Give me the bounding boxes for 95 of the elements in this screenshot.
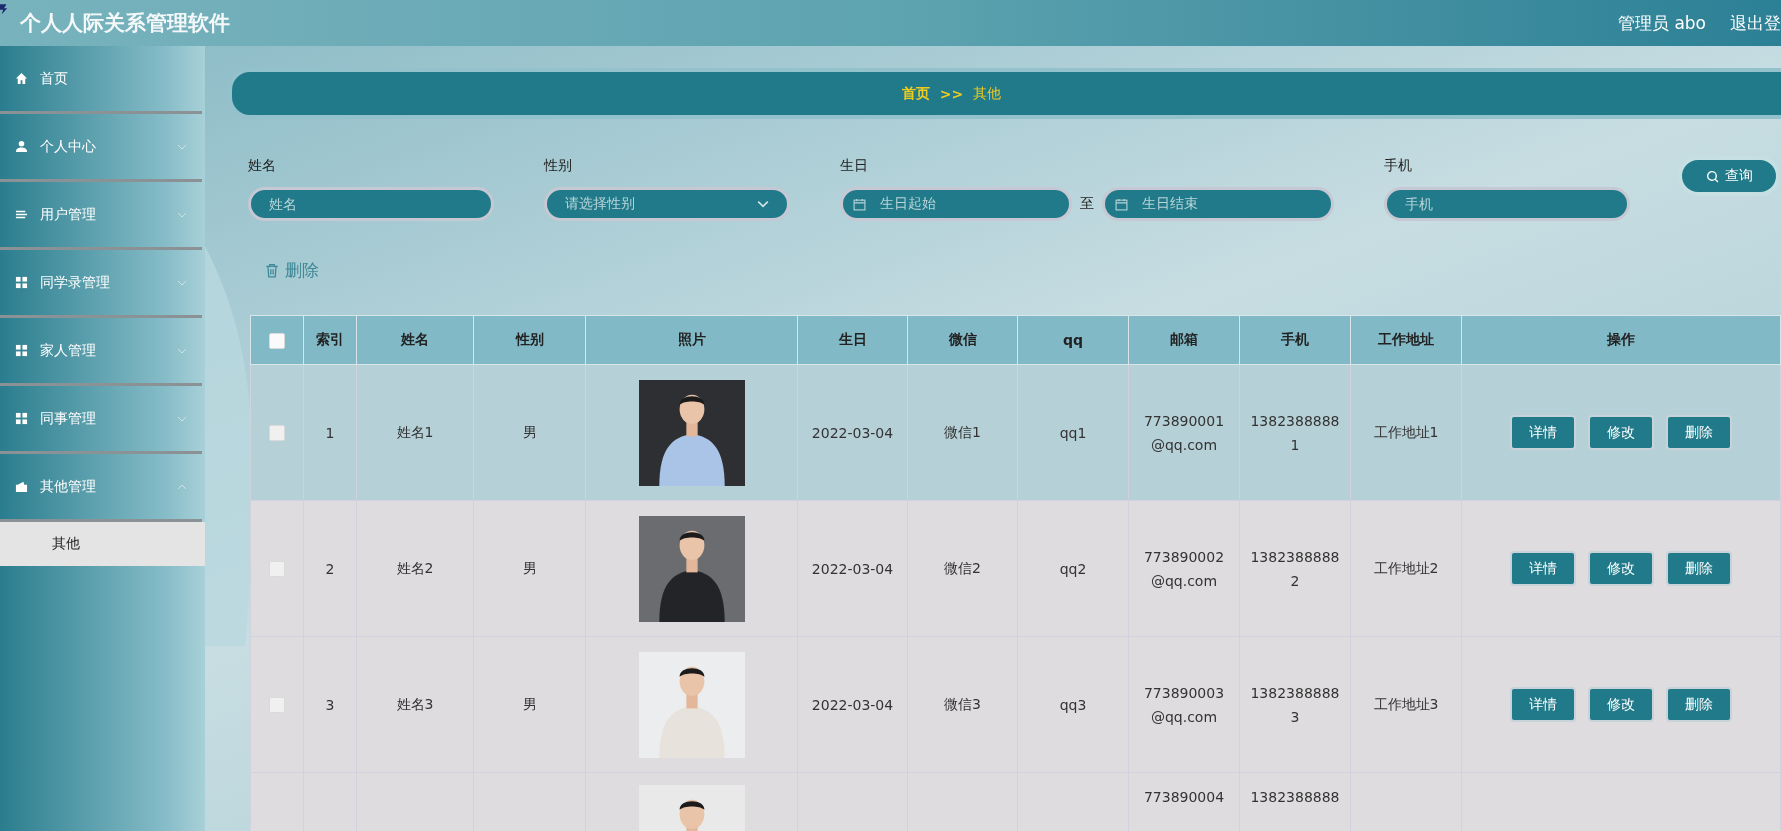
table-cell: 2022-03-04: [811, 696, 894, 713]
column-header: 手机: [1239, 315, 1351, 365]
table-cell-text: 13823888881: [1249, 411, 1341, 455]
action-button[interactable]: 修改: [1588, 551, 1654, 586]
chevron-icon: [177, 279, 187, 286]
column-header: 索引: [303, 315, 357, 365]
table-cell: qq2: [1059, 560, 1087, 577]
table-cell: 男: [522, 559, 537, 576]
sidebar-item[interactable]: 个人中心: [0, 114, 202, 182]
sidebar-subitem[interactable]: 其他: [0, 522, 205, 566]
user-icon: [15, 140, 28, 153]
filter-label: 手机: [1384, 157, 1413, 175]
action-button[interactable]: 删除: [1666, 687, 1732, 722]
grid-icon: [15, 344, 28, 357]
table-cell-text: 13823888883: [1249, 683, 1341, 727]
gender-select[interactable]: 请选择性别: [544, 187, 790, 221]
table-cell: 2: [325, 560, 335, 577]
chevron-icon: [177, 347, 187, 354]
breadcrumb-current: 其他: [973, 84, 1002, 103]
sidebar-item[interactable]: 家人管理: [0, 318, 202, 386]
delete-button[interactable]: 删除: [265, 259, 319, 282]
home-icon: [15, 72, 28, 85]
app-title: 个人人际关系管理软件: [20, 10, 230, 37]
breadcrumb-separator: >>: [939, 85, 964, 102]
column-header: qq: [1017, 315, 1129, 365]
caret-icon: [757, 200, 769, 208]
date-start-field[interactable]: 生日起始: [840, 187, 1072, 221]
table-cell: 姓名1: [396, 423, 434, 440]
list-icon: [15, 208, 28, 221]
filter-label: 姓名: [248, 157, 277, 175]
column-header: 姓名: [356, 315, 474, 365]
range-separator: 至: [1080, 195, 1094, 213]
chevron-icon: [177, 143, 187, 150]
action-button[interactable]: 修改: [1588, 687, 1654, 722]
sidebar-item[interactable]: 同事管理: [0, 386, 202, 454]
action-button[interactable]: 修改: [1588, 415, 1654, 450]
date-end-field[interactable]: 生日结束: [1102, 187, 1334, 221]
table-cell: 姓名3: [396, 695, 434, 712]
table-cell: 2022-03-04: [811, 560, 894, 577]
table-cell: 工作地址1: [1373, 423, 1439, 440]
calendar-icon: [853, 197, 866, 211]
wallet-icon: [15, 480, 28, 493]
search-icon: [1705, 169, 1719, 183]
column-header: 邮箱: [1128, 315, 1240, 365]
phone-field[interactable]: 手机: [1384, 187, 1630, 221]
table-cell-text: 1382388888: [1249, 788, 1341, 807]
table-cell-text: 773890004: [1142, 788, 1226, 807]
table-cell: 2022-03-04: [811, 424, 894, 441]
table-cell: 1: [325, 424, 335, 441]
table-cell: 微信3: [944, 695, 981, 712]
action-button[interactable]: 删除: [1666, 415, 1732, 450]
logout-link[interactable]: 退出登: [1730, 11, 1781, 35]
filter-label: 生日: [840, 157, 869, 175]
grid-icon: [15, 412, 28, 425]
logo-icon: [0, 1, 8, 17]
table-cell: 3: [325, 696, 335, 713]
trash-icon: [265, 263, 279, 278]
chevron-icon: [177, 415, 187, 422]
user-label: 管理员 abo: [1618, 11, 1706, 35]
select-all-checkbox[interactable]: [269, 332, 285, 349]
table-cell: 男: [522, 423, 537, 440]
search-button[interactable]: 查询: [1678, 156, 1780, 196]
column-header: 操作: [1461, 315, 1781, 365]
action-button[interactable]: 详情: [1510, 687, 1576, 722]
column-header: 工作地址: [1350, 315, 1462, 365]
table-cell: 工作地址3: [1373, 695, 1439, 712]
column-header: 照片: [585, 315, 798, 365]
table-cell: 微信2: [944, 559, 981, 576]
table-cell: 工作地址2: [1373, 559, 1439, 576]
column-header: 性别: [473, 315, 586, 365]
filter-label: 性别: [544, 157, 573, 175]
table-cell-text: 773890001@qq.com: [1142, 411, 1226, 455]
grid-icon: [15, 276, 28, 289]
chevron-icon: [177, 483, 187, 490]
table-cell: qq1: [1059, 424, 1087, 441]
action-button[interactable]: 详情: [1510, 415, 1576, 450]
calendar-icon: [1115, 197, 1128, 211]
sidebar-item[interactable]: 首页: [0, 46, 202, 114]
sidebar-item[interactable]: 同学录管理: [0, 250, 202, 318]
table-cell: 姓名2: [396, 559, 434, 576]
column-header: 生日: [797, 315, 908, 365]
table-cell-text: 773890002@qq.com: [1142, 547, 1226, 591]
table-cell-text: 13823888882: [1249, 547, 1341, 591]
column-header: 微信: [907, 315, 1018, 365]
name-field[interactable]: 姓名: [248, 187, 494, 221]
action-button[interactable]: 删除: [1666, 551, 1732, 586]
table-cell: 男: [522, 695, 537, 712]
action-button[interactable]: 详情: [1510, 551, 1576, 586]
table-cell: qq3: [1059, 696, 1087, 713]
table-cell: 微信1: [944, 423, 981, 440]
chevron-icon: [177, 211, 187, 218]
breadcrumb-link[interactable]: 首页: [901, 84, 930, 103]
sidebar-item[interactable]: 用户管理: [0, 182, 202, 250]
row-checkbox[interactable]: [269, 425, 285, 441]
table-cell-text: 773890003@qq.com: [1142, 683, 1226, 727]
